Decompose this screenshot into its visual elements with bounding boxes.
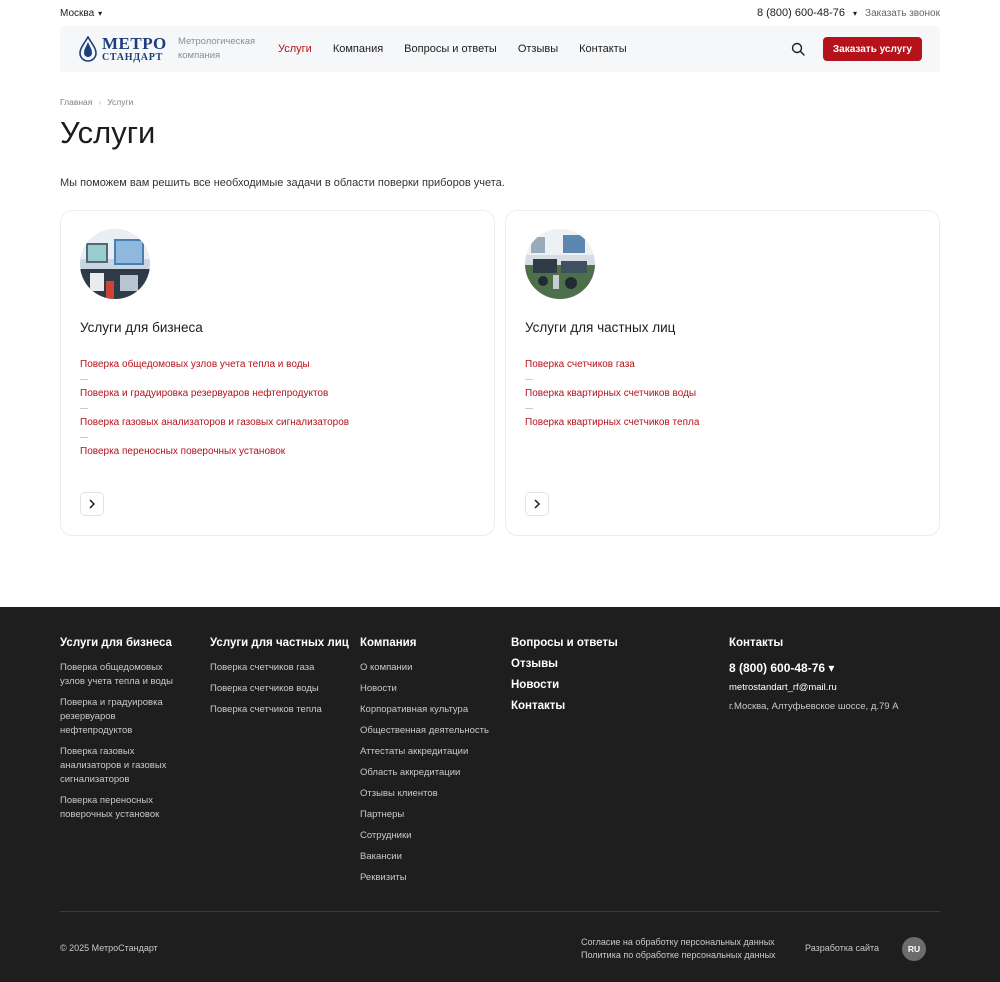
callback-link[interactable]: Заказать звонок <box>865 8 940 19</box>
main-header: МЕТРО СТАНДАРТ Метрологическая компания … <box>60 26 940 72</box>
footer-contacts-link[interactable]: Контакты <box>511 700 651 712</box>
city-label: Москва <box>60 7 95 19</box>
breadcrumb-separator-icon: › <box>98 97 102 107</box>
footer-link[interactable]: Корпоративная культура <box>360 703 505 717</box>
logo[interactable]: МЕТРО СТАНДАРТ <box>78 35 178 63</box>
footer-address: г.Москва, Алтуфьевское шоссе, д.79 А <box>729 701 899 712</box>
nav-services[interactable]: Услуги <box>278 43 312 55</box>
card-arrow-button[interactable] <box>80 492 104 516</box>
footer-faq-link[interactable]: Вопросы и ответы <box>511 637 651 649</box>
footer-link[interactable]: Отзывы клиентов <box>360 787 505 801</box>
language-switch[interactable]: RU <box>902 937 926 961</box>
card-link[interactable]: Поверка общедомовых узлов учета тепла и … <box>80 358 475 372</box>
private-photo <box>525 229 595 299</box>
footer-col-misc: Вопросы и ответы Отзывы Новости Контакты <box>511 637 651 721</box>
card-title: Услуги для частных лиц <box>525 320 676 335</box>
card-link[interactable]: Поверка и градуировка резервуаров нефтеп… <box>80 379 475 401</box>
footer-link[interactable]: Поверка газовых анализаторов и газовых с… <box>60 745 190 787</box>
nav-contacts[interactable]: Контакты <box>579 43 627 55</box>
card-links: Поверка счетчиков газа Поверка квартирны… <box>525 358 920 430</box>
footer-link[interactable]: Поверка и градуировка резервуаров нефтеп… <box>60 696 190 738</box>
top-bar: Москва ▾ 8 (800) 600-48-76 ▾ Заказать зв… <box>60 0 940 26</box>
footer-link[interactable]: Общественная деятельность <box>360 724 505 738</box>
footer-link[interactable]: Новости <box>360 682 505 696</box>
developer-link[interactable]: Разработка сайта <box>805 943 879 953</box>
card-private-services: Услуги для частных лиц Поверка счетчиков… <box>505 210 940 536</box>
card-link[interactable]: Поверка газовых анализаторов и газовых с… <box>80 408 475 430</box>
page-lead: Мы поможем вам решить все необходимые за… <box>60 177 505 189</box>
card-link[interactable]: Поверка счетчиков газа <box>525 358 920 372</box>
footer-link[interactable]: О компании <box>360 661 505 675</box>
chevron-right-icon <box>534 499 541 509</box>
logo-line-1: МЕТРО <box>102 34 167 53</box>
page-title: Услуги <box>60 115 156 150</box>
nav-faq[interactable]: Вопросы и ответы <box>404 43 497 55</box>
footer-link[interactable]: Поверка переносных поверочных установок <box>60 794 190 822</box>
footer-phone[interactable]: 8 (800) 600-48-76 ▾ <box>729 661 949 675</box>
logo-drop-icon <box>79 36 97 62</box>
chevron-down-icon: ▾ <box>828 661 835 675</box>
search-icon[interactable] <box>791 42 805 56</box>
footer-col-company: Компания О компании Новости Корпоративна… <box>360 637 505 892</box>
footer-link[interactable]: Поверка общедомовых узлов учета тепла и … <box>60 661 190 689</box>
card-link[interactable]: Поверка квартирных счетчиков тепла <box>525 408 920 430</box>
footer-col-contacts: Контакты 8 (800) 600-48-76 ▾ metrostanda… <box>729 637 949 712</box>
footer-heading: Контакты <box>729 637 784 649</box>
footer-col-business: Услуги для бизнеса Поверка общедомовых у… <box>60 637 190 829</box>
footer-link[interactable]: Поверка счетчиков тепла <box>210 703 350 717</box>
order-service-button[interactable]: Заказать услугу <box>822 37 922 61</box>
city-selector[interactable]: Москва ▾ <box>60 8 102 19</box>
logo-line-2: СТАНДАРТ <box>102 52 163 63</box>
chevron-down-icon: ▾ <box>98 8 103 18</box>
footer: Услуги для бизнеса Поверка общедомовых у… <box>0 607 1000 982</box>
footer-email[interactable]: metrostandart_rf@mail.ru <box>729 682 949 693</box>
tagline: Метрологическая компания <box>178 36 256 61</box>
nav-reviews[interactable]: Отзывы <box>518 43 558 55</box>
nav-company[interactable]: Компания <box>333 43 383 55</box>
breadcrumb-current: Услуги <box>107 97 134 107</box>
footer-link[interactable]: Поверка счетчиков газа <box>210 661 350 675</box>
card-links: Поверка общедомовых узлов учета тепла и … <box>80 358 475 459</box>
footer-divider <box>60 911 940 912</box>
chevron-right-icon <box>89 499 96 509</box>
phone-link[interactable]: 8 (800) 600-48-76 <box>757 7 845 19</box>
breadcrumb: Главная › Услуги <box>60 97 133 107</box>
footer-link[interactable]: Область аккредитации <box>360 766 505 780</box>
legal-links: Согласие на обработку персональных данны… <box>581 936 776 962</box>
footer-link[interactable]: Вакансии <box>360 850 505 864</box>
footer-heading[interactable]: Услуги для бизнеса <box>60 637 190 649</box>
chevron-down-icon[interactable]: ▾ <box>853 9 857 18</box>
footer-link[interactable]: Реквизиты <box>360 871 505 885</box>
card-link[interactable]: Поверка квартирных счетчиков воды <box>525 379 920 401</box>
card-business-services: Услуги для бизнеса Поверка общедомовых у… <box>60 210 495 536</box>
footer-link[interactable]: Партнеры <box>360 808 505 822</box>
footer-news-link[interactable]: Новости <box>511 679 651 691</box>
card-link[interactable]: Поверка переносных поверочных установок <box>80 437 475 459</box>
business-photo <box>80 229 150 299</box>
footer-heading[interactable]: Компания <box>360 637 505 649</box>
policy-link[interactable]: Политика по обработке персональных данны… <box>581 949 776 962</box>
footer-heading[interactable]: Услуги для частных лиц <box>210 637 350 649</box>
footer-link[interactable]: Сотрудники <box>360 829 505 843</box>
card-title: Услуги для бизнеса <box>80 320 203 335</box>
footer-col-private: Услуги для частных лиц Поверка счетчиков… <box>210 637 350 724</box>
footer-link[interactable]: Аттестаты аккредитации <box>360 745 505 759</box>
consent-link[interactable]: Согласие на обработку персональных данны… <box>581 936 776 949</box>
copyright: © 2025 МетроСтандарт <box>60 943 158 953</box>
footer-link[interactable]: Поверка счетчиков воды <box>210 682 350 696</box>
footer-reviews-link[interactable]: Отзывы <box>511 658 651 670</box>
card-arrow-button[interactable] <box>525 492 549 516</box>
main-nav: Услуги Компания Вопросы и ответы Отзывы … <box>278 43 627 55</box>
breadcrumb-home[interactable]: Главная <box>60 97 92 107</box>
